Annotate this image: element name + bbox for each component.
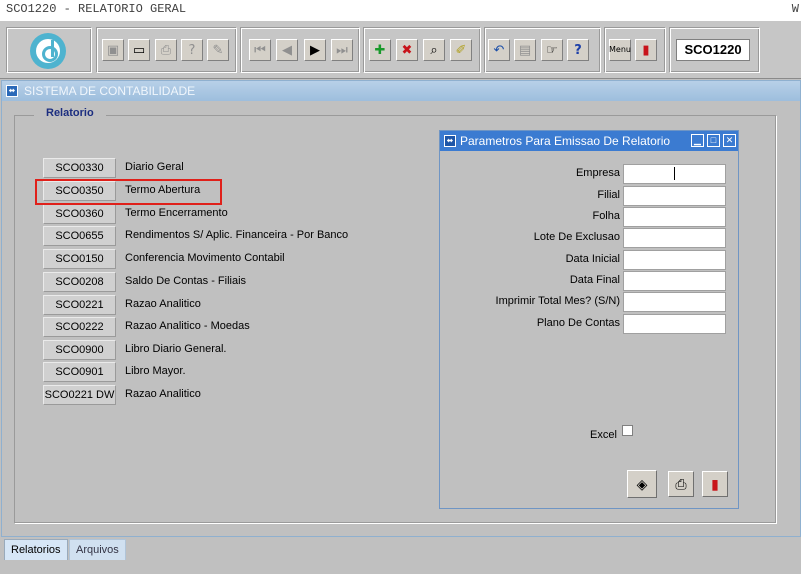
report-code-button[interactable]: SCO0221 DW	[43, 385, 116, 405]
report-description: Libro Mayor.	[125, 365, 186, 377]
undo-icon[interactable]: ↶	[488, 39, 510, 61]
field-row-lote: Lote De Exclusao	[436, 228, 726, 248]
insert-icon[interactable]: ✚	[369, 39, 391, 61]
window-title-right: W	[791, 2, 799, 16]
report-code-button[interactable]: SCO0330	[43, 158, 116, 178]
lote-exclusao-field[interactable]	[623, 228, 726, 248]
report-code-button[interactable]: SCO0655	[43, 226, 116, 246]
window-menu-icon[interactable]: ⬌	[6, 85, 18, 97]
report-code-button[interactable]: SCO0901	[43, 362, 116, 382]
menu-icon[interactable]: Menu	[609, 39, 631, 61]
field-label: Empresa	[575, 167, 620, 179]
exit-icon[interactable]: ▮	[702, 471, 728, 497]
form-code-display: SCO1220	[676, 39, 750, 61]
report-code-button[interactable]: SCO0150	[43, 249, 116, 269]
excel-checkbox[interactable]	[622, 425, 633, 436]
imprimir-total-field[interactable]	[623, 292, 726, 312]
window-title-bar: SCO1220 - RELATORIO GERAL W	[0, 0, 801, 21]
previous-record-icon[interactable]: ◀	[276, 39, 298, 61]
report-description: Diario Geral	[125, 161, 184, 173]
parameters-title-bar: ⬌ Parametros Para Emissao De Relatorio ▁…	[440, 131, 738, 151]
field-label: Data Inicial	[565, 253, 620, 265]
field-row-imprimir-total: Imprimir Total Mes? (S/N)	[436, 292, 726, 312]
report-description: Razao Analitico	[125, 298, 201, 310]
app-logo-icon	[30, 33, 66, 69]
menu-icon-label: Menu	[609, 45, 631, 54]
tab-arquivos[interactable]: Arquivos	[69, 539, 126, 560]
filial-field[interactable]	[623, 186, 726, 206]
report-description: Saldo De Contas - Filiais	[125, 275, 247, 287]
report-description: Conferencia Movimento Contabil	[125, 252, 285, 264]
generate-report-icon[interactable]: ◈	[627, 470, 657, 498]
screen-icon[interactable]: ▭	[128, 39, 150, 61]
field-row-folha: Folha	[436, 207, 726, 227]
clipboard-icon[interactable]: ▤	[514, 39, 536, 61]
minimize-icon[interactable]: ▁	[691, 134, 704, 147]
report-code-button[interactable]: SCO0360	[43, 204, 116, 224]
field-label: Filial	[597, 189, 620, 201]
report-description: Rendimentos S/ Aplic. Financeira - Por B…	[125, 229, 349, 241]
print-icon[interactable]: ⎙	[668, 471, 694, 497]
wizard-icon[interactable]: ✎	[207, 39, 229, 61]
field-label: Plano De Contas	[536, 317, 620, 329]
help-icon[interactable]: ?	[567, 39, 589, 61]
print-icon[interactable]: ⎙	[155, 39, 177, 61]
field-row-filial: Filial	[436, 186, 726, 206]
field-row-data-final: Data Final	[436, 271, 726, 291]
tab-relatorios[interactable]: Relatorios	[4, 539, 68, 560]
field-label: Imprimir Total Mes? (S/N)	[495, 295, 620, 307]
text-cursor	[674, 167, 675, 180]
last-record-icon[interactable]: ⏭	[331, 39, 353, 61]
field-row-plano-contas: Plano De Contas	[436, 314, 726, 334]
report-description: Libro Diario General.	[125, 343, 227, 355]
report-description: Razao Analitico - Moedas	[125, 320, 250, 332]
search-icon[interactable]: ⌕	[423, 39, 445, 61]
folha-field[interactable]	[623, 207, 726, 227]
data-inicial-field[interactable]	[623, 250, 726, 270]
main-window-title-bar: ⬌ SISTEMA DE CONTABILIDADE	[2, 81, 800, 101]
main-window-title: SISTEMA DE CONTABILIDADE	[24, 84, 196, 98]
query-help-icon[interactable]: ?	[181, 39, 203, 61]
report-description: Termo Encerramento	[125, 207, 228, 219]
selected-report-highlight	[35, 179, 222, 205]
parameters-window: ⬌ Parametros Para Emissao De Relatorio ▁…	[439, 130, 739, 509]
report-description: Razao Analitico	[125, 388, 201, 400]
clear-icon[interactable]: ✐	[450, 39, 472, 61]
plano-contas-field[interactable]	[623, 314, 726, 334]
report-code-button[interactable]: SCO0208	[43, 272, 116, 292]
field-label: Lote De Exclusao	[533, 231, 620, 243]
data-final-field[interactable]	[623, 271, 726, 291]
field-row-empresa: Empresa	[436, 164, 726, 184]
field-label: Data Final	[569, 274, 620, 286]
window-menu-icon[interactable]: ⬌	[444, 135, 456, 147]
report-panel-label: Relatorio	[34, 107, 106, 119]
excel-label: Excel	[590, 429, 617, 441]
report-code-button[interactable]: SCO0900	[43, 340, 116, 360]
window-title: SCO1220 - RELATORIO GERAL	[6, 2, 187, 16]
exit-icon[interactable]: ▮	[635, 39, 657, 61]
save-icon[interactable]: ▣	[102, 39, 124, 61]
close-icon[interactable]: ✕	[723, 134, 736, 147]
next-record-icon[interactable]: ▶	[304, 39, 326, 61]
first-record-icon[interactable]: ⏮	[249, 39, 271, 61]
report-code-button[interactable]: SCO0221	[43, 295, 116, 315]
field-row-data-inicial: Data Inicial	[436, 250, 726, 270]
parameters-title: Parametros Para Emissao De Relatorio	[460, 134, 671, 148]
delete-icon[interactable]: ✖	[396, 39, 418, 61]
report-code-button[interactable]: SCO0222	[43, 317, 116, 337]
maximize-icon[interactable]: □	[707, 134, 720, 147]
field-label: Folha	[592, 210, 620, 222]
hand-icon[interactable]: ☞	[541, 39, 563, 61]
